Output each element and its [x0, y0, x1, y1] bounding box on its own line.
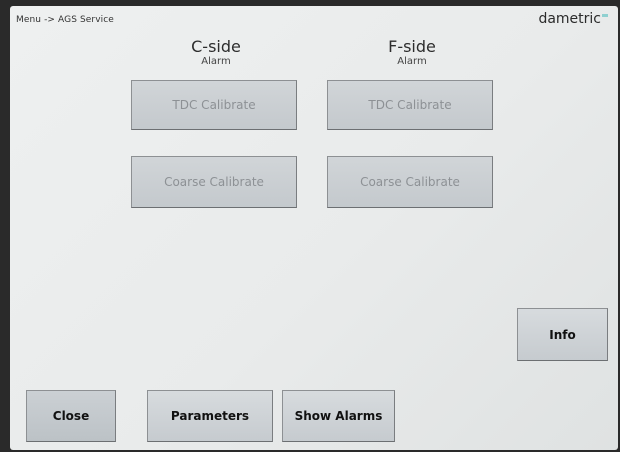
f-side-tdc-calibrate-button[interactable]: TDC Calibrate — [327, 80, 493, 130]
brand-logo-text: dametric — [538, 11, 601, 27]
c-side-status: Alarm — [201, 56, 231, 67]
c-side-coarse-calibrate-button[interactable]: Coarse Calibrate — [131, 156, 297, 208]
c-side-tdc-calibrate-button[interactable]: TDC Calibrate — [131, 80, 297, 130]
close-button[interactable]: Close — [26, 390, 116, 442]
f-side-header: F-side Alarm — [327, 38, 497, 68]
info-button[interactable]: Info — [517, 308, 608, 361]
f-side-coarse-calibrate-button[interactable]: Coarse Calibrate — [327, 156, 493, 208]
parameters-button[interactable]: Parameters — [147, 390, 273, 442]
logo-mark-icon — [602, 14, 608, 17]
touch-screen: Menu -> AGS Service dametric C-side Alar… — [10, 6, 618, 450]
f-side-status: Alarm — [397, 56, 427, 67]
brand-logo: dametric — [538, 11, 608, 27]
f-side-title: F-side — [388, 37, 436, 56]
show-alarms-button[interactable]: Show Alarms — [282, 390, 395, 442]
breadcrumb: Menu -> AGS Service — [16, 15, 114, 25]
c-side-header: C-side Alarm — [131, 38, 301, 68]
c-side-title: C-side — [191, 37, 241, 56]
